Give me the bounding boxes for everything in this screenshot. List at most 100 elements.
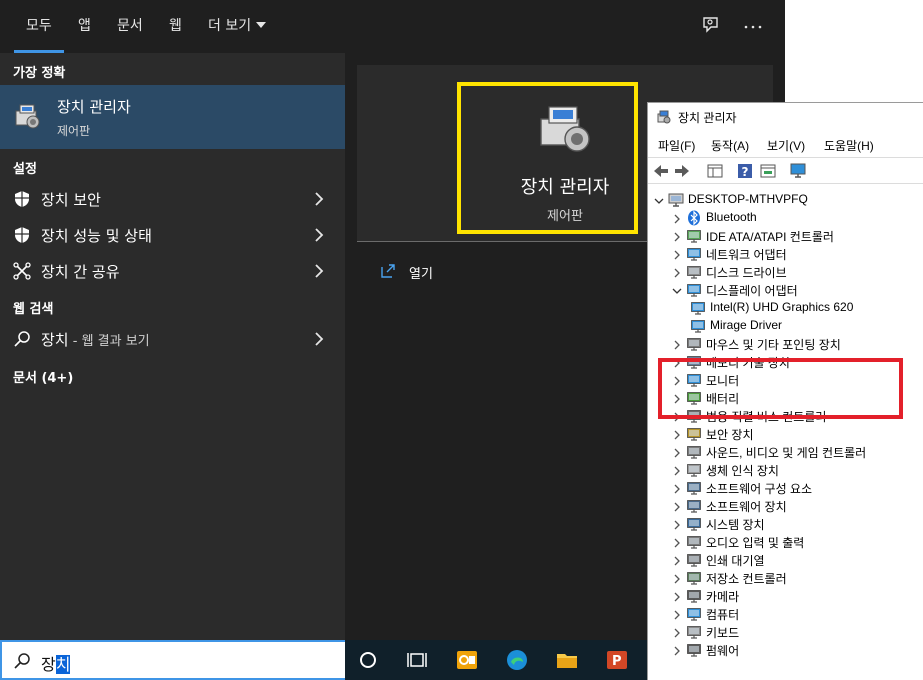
chevron-right-icon[interactable] (672, 554, 682, 566)
display-icon (690, 318, 706, 334)
search-selected-text: 치 (55, 655, 71, 674)
chevron-right-icon[interactable] (672, 230, 682, 242)
scan-hardware-icon[interactable] (789, 162, 807, 180)
chevron-right-icon[interactable] (672, 590, 682, 602)
chevron-right-icon[interactable] (672, 608, 682, 620)
best-match-item[interactable]: 장치 관리자 제어판 (0, 85, 345, 149)
chevron-right-icon (313, 331, 325, 347)
best-match-title: 장치 관리자 (57, 98, 131, 116)
open-label: 열기 (409, 267, 433, 282)
tree-item-label: 인쇄 대기열 (706, 554, 765, 568)
menu-bar: 파일(F) 동작(A) 보기(V) 도움말(H) (648, 133, 923, 155)
help-icon[interactable]: ? (736, 162, 754, 180)
settings-item-label: 장치 간 공유 (41, 263, 120, 281)
tree-item-label: Intel(R) UHD Graphics 620 (710, 300, 854, 314)
mouse-icon (686, 336, 702, 352)
tab-web[interactable]: 웹 (169, 0, 182, 53)
back-arrow-icon[interactable] (652, 162, 670, 180)
section-documents[interactable]: 문서 (4+) (13, 367, 73, 386)
tree-item-label: 생체 인식 장치 (706, 464, 779, 478)
security-icon (686, 426, 702, 442)
chevron-right-icon[interactable] (672, 644, 682, 656)
chevron-right-icon (313, 191, 325, 207)
window-title: 장치 관리자 (678, 111, 737, 125)
tab-all[interactable]: 모두 (14, 0, 64, 53)
chevron-down-icon (256, 22, 267, 28)
display-icon (690, 300, 706, 316)
search-icon (13, 330, 31, 348)
settings-item-device-security[interactable]: 장치 보안 (0, 181, 345, 217)
computer-icon (686, 606, 702, 622)
web-search-item[interactable]: 장치 - 웹 결과 보기 (0, 321, 345, 357)
forward-arrow-icon[interactable] (673, 162, 691, 180)
tree-item-label: 오디오 입력 및 출력 (706, 536, 805, 550)
tab-apps[interactable]: 앱 (78, 0, 91, 53)
software-icon (686, 480, 702, 496)
chevron-right-icon[interactable] (672, 338, 682, 350)
computer-icon (668, 192, 684, 208)
chevron-right-icon[interactable] (672, 536, 682, 548)
chevron-right-icon[interactable] (672, 428, 682, 440)
chevron-right-icon[interactable] (672, 212, 682, 224)
menu-file[interactable]: 파일(F) (658, 137, 695, 154)
network-icon (686, 246, 702, 262)
menu-help[interactable]: 도움말(H) (824, 137, 874, 154)
chevron-right-icon (313, 263, 325, 279)
feedback-icon[interactable] (699, 14, 723, 38)
chevron-right-icon (313, 227, 325, 243)
device-manager-icon (656, 109, 672, 125)
chevron-down-icon[interactable] (654, 194, 664, 206)
menu-view[interactable]: 보기(V) (767, 137, 805, 154)
task-view-icon[interactable] (405, 648, 429, 672)
tree-root-label: DESKTOP-MTHVPFQ (688, 192, 808, 206)
share-icon (13, 262, 31, 280)
web-search-sub: - 웹 결과 보기 (68, 334, 150, 349)
section-web-search: 웹 검색 (13, 302, 54, 317)
audio-icon (686, 534, 702, 550)
chevron-down-icon[interactable] (672, 284, 682, 296)
search-box[interactable]: 장치 (0, 640, 345, 680)
system-icon (686, 516, 702, 532)
bluetooth-icon (686, 210, 702, 226)
section-settings: 설정 (13, 162, 37, 177)
chevron-right-icon[interactable] (672, 518, 682, 530)
chevron-right-icon[interactable] (672, 446, 682, 458)
search-typed-text: 장 (41, 655, 56, 674)
svg-text:?: ? (742, 165, 749, 179)
yellow-highlight-box (457, 82, 638, 234)
chevron-right-icon[interactable] (672, 500, 682, 512)
menu-action[interactable]: 동작(A) (711, 137, 749, 154)
search-icon (13, 652, 31, 670)
outlook-icon[interactable] (455, 648, 479, 672)
device-manager-icon (12, 101, 44, 133)
tree-item-label: 저장소 컨트롤러 (706, 572, 787, 586)
more-options-icon[interactable] (741, 14, 765, 38)
edge-icon[interactable] (505, 648, 529, 672)
search-tabs: 모두 앱 문서 웹 더 보기 (0, 0, 785, 53)
properties-icon[interactable] (706, 162, 724, 180)
cortana-icon[interactable] (356, 648, 380, 672)
tree-item-label: 소프트웨어 장치 (706, 500, 787, 514)
settings-item-device-performance[interactable]: 장치 성능 및 상태 (0, 217, 345, 253)
tree-item-label: Bluetooth (706, 210, 757, 224)
tab-more[interactable]: 더 보기 (208, 0, 267, 53)
chevron-right-icon[interactable] (672, 464, 682, 476)
svg-text:P: P (612, 654, 622, 669)
settings-item-nearby-sharing[interactable]: 장치 간 공유 (0, 253, 345, 289)
tab-documents[interactable]: 문서 (117, 0, 143, 53)
update-driver-icon[interactable] (759, 162, 777, 180)
tree-item-label: 보안 장치 (706, 428, 754, 442)
chevron-right-icon[interactable] (672, 482, 682, 494)
chevron-right-icon[interactable] (672, 572, 682, 584)
display-icon (686, 282, 702, 298)
powerpoint-icon[interactable]: P (605, 648, 629, 672)
search-input[interactable]: 장치 (41, 651, 71, 675)
file-explorer-icon[interactable] (555, 648, 579, 672)
settings-item-label: 장치 성능 및 상태 (41, 227, 152, 245)
biometric-icon (686, 462, 702, 478)
tree-item-label: 디스크 드라이브 (706, 266, 787, 280)
chevron-right-icon[interactable] (672, 626, 682, 638)
chevron-right-icon[interactable] (672, 248, 682, 260)
chevron-right-icon[interactable] (672, 266, 682, 278)
settings-item-label: 장치 보안 (41, 191, 101, 209)
